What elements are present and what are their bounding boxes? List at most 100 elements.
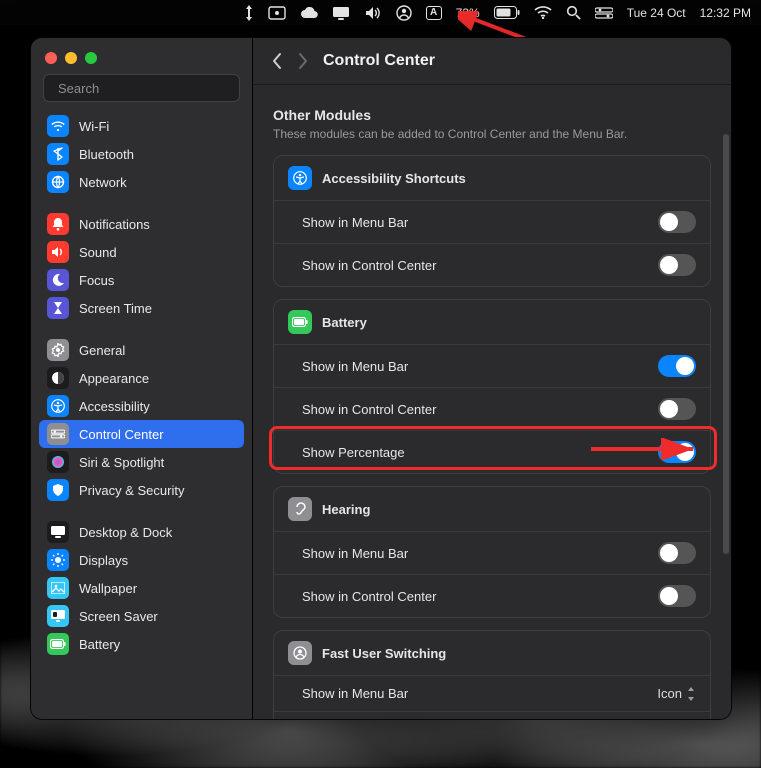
module-card-battery: Battery Show in Menu Bar Show in Control C… [273, 299, 711, 474]
sidebar-item-appearance[interactable]: Appearance [39, 364, 244, 392]
menubar-screenshot-icon[interactable] [268, 0, 286, 25]
sidebar-item-screen-time[interactable]: Screen Time [39, 294, 244, 322]
setting-label: Show in Menu Bar [302, 546, 408, 561]
accessibility-icon [47, 395, 69, 417]
toggle-show-in-menu-bar[interactable] [658, 542, 696, 564]
appearance-icon [47, 367, 69, 389]
sidebar-item-label: Wallpaper [79, 581, 137, 596]
sidebar-item-label: Appearance [79, 371, 149, 386]
desktop-icon [47, 521, 69, 543]
minimize-button[interactable] [65, 52, 77, 64]
sidebar-item-label: Notifications [79, 217, 150, 232]
menubar-input-source[interactable]: A [426, 0, 442, 25]
section-subtitle: These modules can be added to Control Ce… [273, 127, 711, 141]
menubar-date[interactable]: Tue 24 Oct [627, 0, 686, 25]
setting-row-show-in-control-center: Show in Control Center [274, 387, 710, 430]
battery-icon [288, 310, 312, 334]
sidebar-item-network[interactable]: Network [39, 168, 244, 196]
back-button[interactable] [271, 52, 283, 70]
toggle-show-in-menu-bar[interactable] [658, 355, 696, 377]
setting-label: Show in Control Center [302, 258, 436, 273]
menubar-user-icon[interactable] [396, 0, 412, 25]
sidebar-item-general[interactable]: General [39, 336, 244, 364]
module-card-hearing: HearingShow in Menu BarShow in Control C… [273, 486, 711, 618]
siri-icon [47, 451, 69, 473]
page-title: Control Center [323, 52, 435, 70]
close-button[interactable] [45, 52, 57, 64]
sidebar-item-label: Wi-Fi [79, 119, 109, 134]
sidebar-item-siri-spotlight[interactable]: Siri & Spotlight [39, 448, 244, 476]
sidebar-item-label: Bluetooth [79, 147, 134, 162]
menubar-wifi-icon[interactable] [534, 0, 552, 25]
battery-icon [47, 633, 69, 655]
menubar-volume-icon[interactable] [364, 0, 382, 25]
menubar-battery-icon[interactable] [494, 0, 520, 25]
sidebar-item-bluetooth[interactable]: Bluetooth [39, 140, 244, 168]
menubar-updown-icon[interactable] [244, 0, 254, 25]
toggle-show-in-menu-bar[interactable] [658, 211, 696, 233]
sidebar-list[interactable]: Wi-Fi Bluetooth Network Notifications Sound F… [31, 112, 252, 719]
menubar-spotlight-icon[interactable] [566, 0, 581, 25]
section-title: Other Modules [273, 107, 711, 123]
bell-icon [47, 213, 69, 235]
sidebar-item-wi-fi[interactable]: Wi-Fi [39, 112, 244, 140]
popup-show-in-menu-bar[interactable]: Icon [657, 686, 696, 701]
hourglass-icon [47, 297, 69, 319]
sidebar-item-label: Battery [79, 637, 120, 652]
privacy-icon [47, 479, 69, 501]
content-header: Control Center [253, 38, 731, 85]
setting-row-show-in-menu-bar: Show in Menu Bar [274, 531, 710, 574]
sidebar-item-accessibility[interactable]: Accessibility [39, 392, 244, 420]
sidebar-item-displays[interactable]: Displays [39, 546, 244, 574]
search-input[interactable] [58, 81, 234, 96]
module-header: Fast User Switching [274, 631, 710, 675]
sidebar-item-screen-saver[interactable]: Screen Saver [39, 602, 244, 630]
menubar-display-icon[interactable] [332, 0, 350, 25]
sidebar-item-label: Sound [79, 245, 117, 260]
setting-row-show-in-menu-bar: Show in Menu BarIcon [274, 675, 710, 711]
sidebar-item-focus[interactable]: Focus [39, 266, 244, 294]
hearing-icon [288, 497, 312, 521]
sidebar-item-notifications[interactable]: Notifications [39, 210, 244, 238]
sidebar-item-wallpaper[interactable]: Wallpaper [39, 574, 244, 602]
wifi-icon [47, 115, 69, 137]
toggle-show-in-control-center[interactable] [658, 585, 696, 607]
menubar-time[interactable]: 12:32 PM [700, 0, 751, 25]
sidebar-item-battery[interactable]: Battery [39, 630, 244, 658]
toggle-show-percentage[interactable] [658, 441, 696, 463]
forward-button[interactable] [297, 52, 309, 70]
network-icon [47, 171, 69, 193]
menubar-battery-percent[interactable]: 73% [456, 0, 480, 25]
zoom-button[interactable] [85, 52, 97, 64]
sound-icon [47, 241, 69, 263]
search-field[interactable] [43, 74, 240, 102]
setting-label: Show in Menu Bar [302, 359, 408, 374]
setting-row-show-in-control-center: Show in Control Center [274, 711, 710, 719]
wallpaper-icon [47, 577, 69, 599]
toggle-show-in-control-center[interactable] [658, 254, 696, 276]
system-settings-window: Wi-Fi Bluetooth Network Notifications Sound F… [30, 37, 732, 720]
toggle-show-in-control-center[interactable] [658, 398, 696, 420]
menu-bar: A 73% Tue 24 Oct 12:32 PM [0, 0, 761, 25]
fastuser-icon [288, 641, 312, 665]
content-body[interactable]: Other Modules These modules can be added… [253, 85, 731, 719]
content-scrollbar[interactable] [723, 134, 729, 654]
module-card-accessibility-shortcuts: Accessibility ShortcutsShow in Menu BarS… [273, 155, 711, 287]
sidebar-item-sound[interactable]: Sound [39, 238, 244, 266]
sidebar-item-label: Privacy & Security [79, 483, 184, 498]
menubar-controlcenter-icon[interactable] [595, 0, 613, 25]
sidebar-item-control-center[interactable]: Control Center [39, 420, 244, 448]
menubar-cloud-icon[interactable] [300, 0, 318, 25]
sidebar-item-label: Accessibility [79, 399, 150, 414]
sidebar-item-label: Screen Saver [79, 609, 158, 624]
setting-row-show-in-menu-bar: Show in Menu Bar [274, 344, 710, 387]
accessibility-icon [288, 166, 312, 190]
setting-label: Show in Menu Bar [302, 215, 408, 230]
sidebar-item-privacy-security[interactable]: Privacy & Security [39, 476, 244, 504]
input-source-letter: A [426, 6, 442, 20]
module-title: Battery [322, 315, 367, 330]
sidebar-item-label: Desktop & Dock [79, 525, 172, 540]
popup-value: Icon [657, 686, 682, 701]
setting-row-show-percentage: Show Percentage [274, 430, 710, 473]
sidebar-item-desktop-dock[interactable]: Desktop & Dock [39, 518, 244, 546]
